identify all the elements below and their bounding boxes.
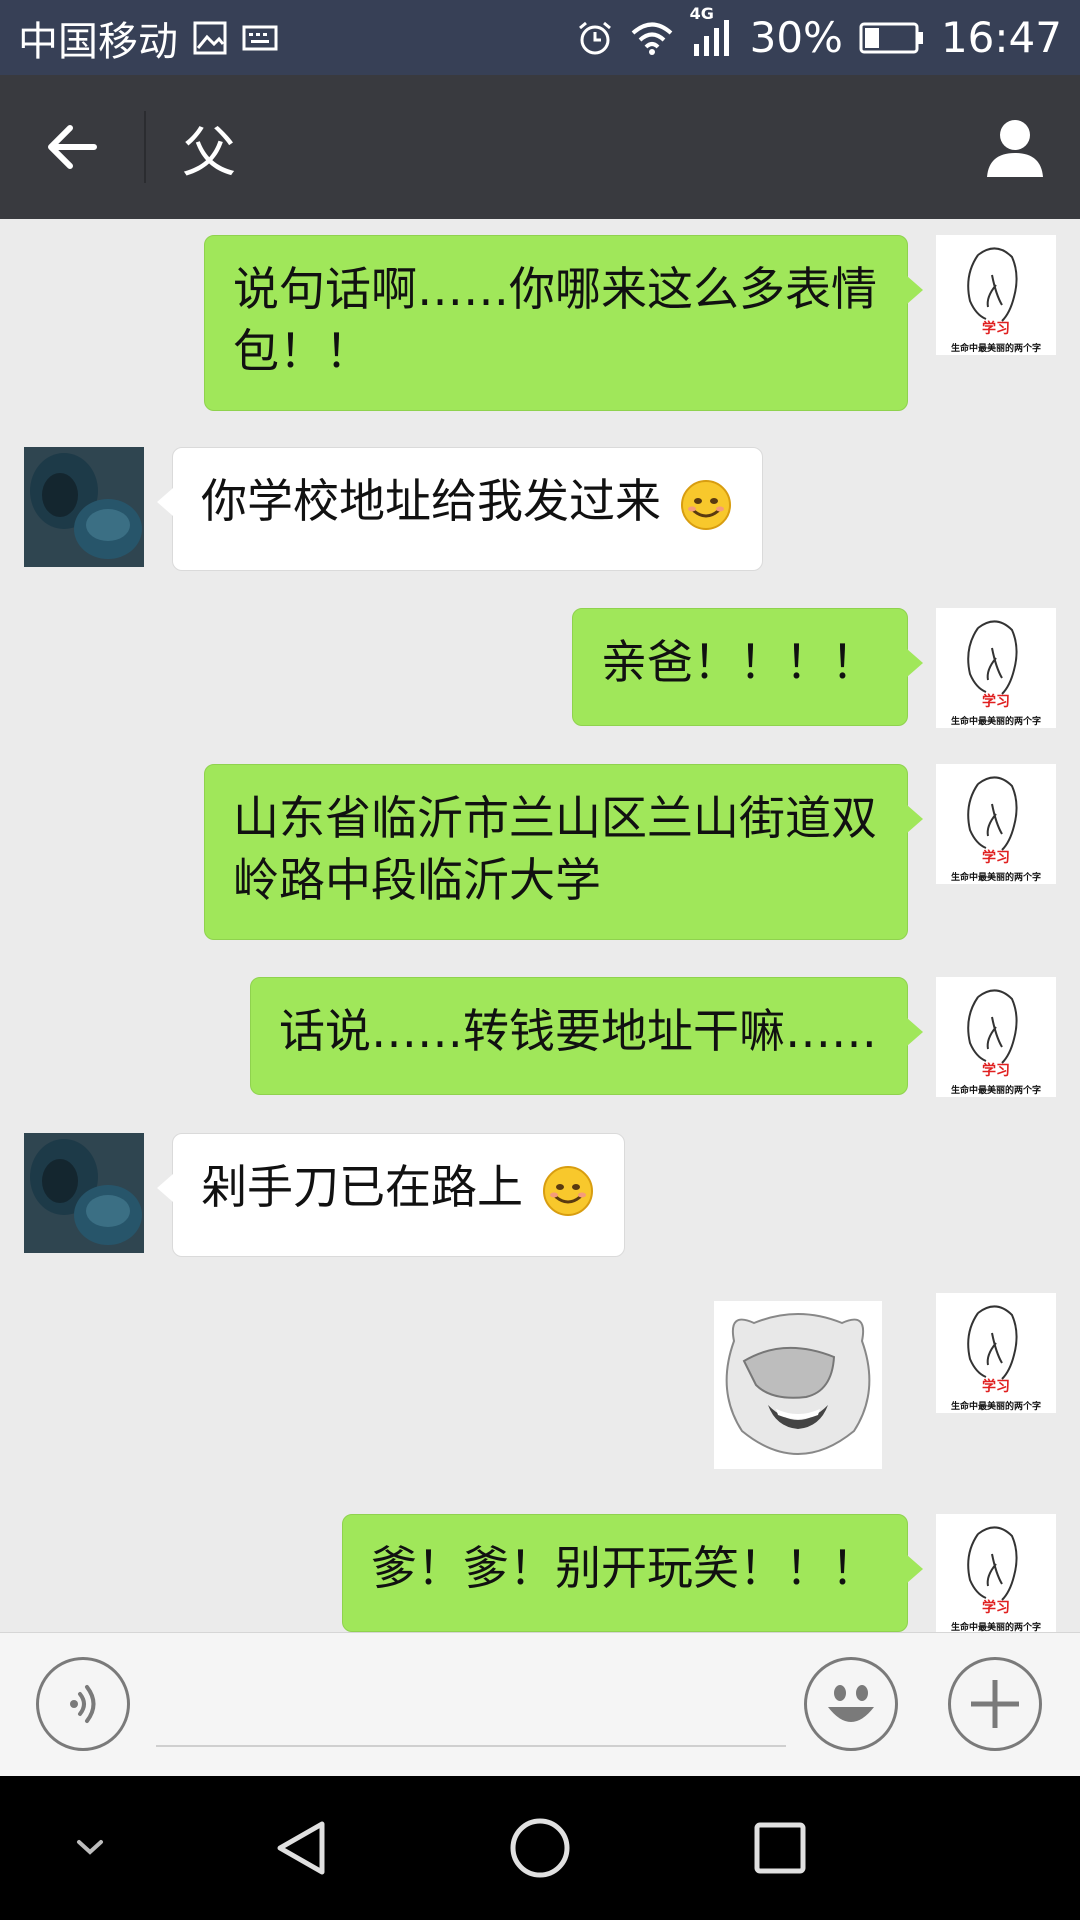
avatar-caption: 生命中最美丽的两个字 [951,342,1041,354]
plus-icon [971,1680,1019,1728]
outgoing-message-bubble[interactable]: 爹！爹！别开玩笑！！！ [342,1514,923,1632]
smiley-face-icon [828,1685,874,1722]
message-list[interactable]: 说句话啊……你哪来这么多表情包！！ 学习 生命中最美丽的两个字 你学校地址给我发过… [0,219,1080,1632]
more-options-button[interactable] [948,1657,1042,1751]
battery-percent: 30% [749,13,843,62]
avatar-label: 学习 [982,1062,1010,1079]
avatar-label: 学习 [982,320,1010,337]
signal-icon: 4G [690,4,734,58]
arrow-left-icon [48,125,97,169]
smile-emoji-icon [680,479,731,530]
home-nav-button[interactable] [480,1776,600,1920]
chevron-down-icon [77,1840,103,1855]
system-navigation-bar [0,1776,1080,1920]
incoming-message-bubble[interactable]: 剁手刀已在路上 [157,1133,625,1257]
avatar-caption: 生命中最美丽的两个字 [951,1621,1041,1632]
sticker-message[interactable] [714,1301,882,1469]
message-input-bar [0,1632,1080,1777]
back-button[interactable] [0,75,144,219]
contact-profile-button[interactable] [950,75,1080,219]
gallery-notification-icon [192,20,228,56]
clock: 16:47 [940,13,1062,62]
message-input[interactable] [156,1663,786,1747]
avatar-label: 学习 [982,1378,1010,1395]
recents-nav-button[interactable] [720,1776,840,1920]
alarm-icon [576,19,614,57]
self-avatar[interactable]: 学习生命中最美丽的两个字 [936,764,1056,884]
outgoing-message-bubble[interactable]: 亲爸！！！！ [572,608,923,726]
message-text: 亲爸！！！！ [601,635,877,689]
outgoing-message-bubble[interactable]: 山东省临沂市兰山区兰山街道双岭路中段临沂大学 [204,764,923,940]
self-avatar[interactable]: 学习生命中最美丽的两个字 [936,1514,1056,1632]
incoming-message-bubble[interactable]: 你学校地址给我发过来 [157,447,763,571]
avatar-label: 学习 [982,693,1010,710]
battery-icon [859,21,925,55]
outgoing-message-bubble[interactable]: 说句话啊……你哪来这么多表情包！！ [204,235,923,411]
pig-face-sticker-icon [714,1301,882,1469]
message-text: 山东省临沂市兰山区兰山街道双岭路中段临沂大学 [233,791,877,907]
message-text: 剁手刀已在路上 [201,1160,523,1214]
avatar-label: 学习 [982,849,1010,866]
circle-home-icon [510,1818,570,1878]
voice-input-button[interactable] [36,1657,130,1751]
triangle-back-icon [277,1821,325,1875]
person-icon [987,120,1043,177]
contact-avatar[interactable] [24,1133,144,1253]
message-text: 爹！爹！别开玩笑！！！ [371,1541,877,1595]
avatar-caption: 生命中最美丽的两个字 [951,1084,1041,1096]
status-bar: 中国移动 4G 30% 16:47 [0,0,1080,75]
avatar-caption: 生命中最美丽的两个字 [951,715,1041,727]
smile-emoji-icon [542,1165,593,1216]
avatar-caption: 生命中最美丽的两个字 [951,1400,1041,1412]
header-divider [144,111,146,183]
hide-navbar-button[interactable] [30,1776,150,1920]
wifi-icon [630,20,674,56]
self-avatar[interactable]: 学习生命中最美丽的两个字 [936,608,1056,728]
network-type: 4G [689,3,714,23]
emoji-button[interactable] [804,1657,898,1751]
message-text: 说句话啊……你哪来这么多表情包！！ [233,262,877,378]
self-avatar[interactable]: 学习生命中最美丽的两个字 [936,977,1056,1097]
square-recents-icon [754,1822,806,1874]
carrier-name: 中国移动 [18,18,178,65]
chat-title: 父 [182,120,236,184]
avatar-label: 学习 [982,1599,1010,1616]
keyboard-notification-icon [242,23,278,53]
avatar-caption: 生命中最美丽的两个字 [951,871,1041,883]
message-text: 你学校地址给我发过来 [201,474,661,528]
outgoing-message-bubble[interactable]: 话说……转钱要地址干嘛…… [250,977,923,1095]
self-avatar[interactable]: 学习生命中最美丽的两个字 [936,1293,1056,1413]
chat-header: 父 [0,75,1080,219]
back-nav-button[interactable] [240,1776,360,1920]
voice-icon [70,1685,96,1723]
self-avatar[interactable]: 学习生命中最美丽的两个字 [936,235,1056,355]
contact-avatar[interactable] [24,447,144,567]
message-text: 话说……转钱要地址干嘛…… [279,1004,877,1058]
